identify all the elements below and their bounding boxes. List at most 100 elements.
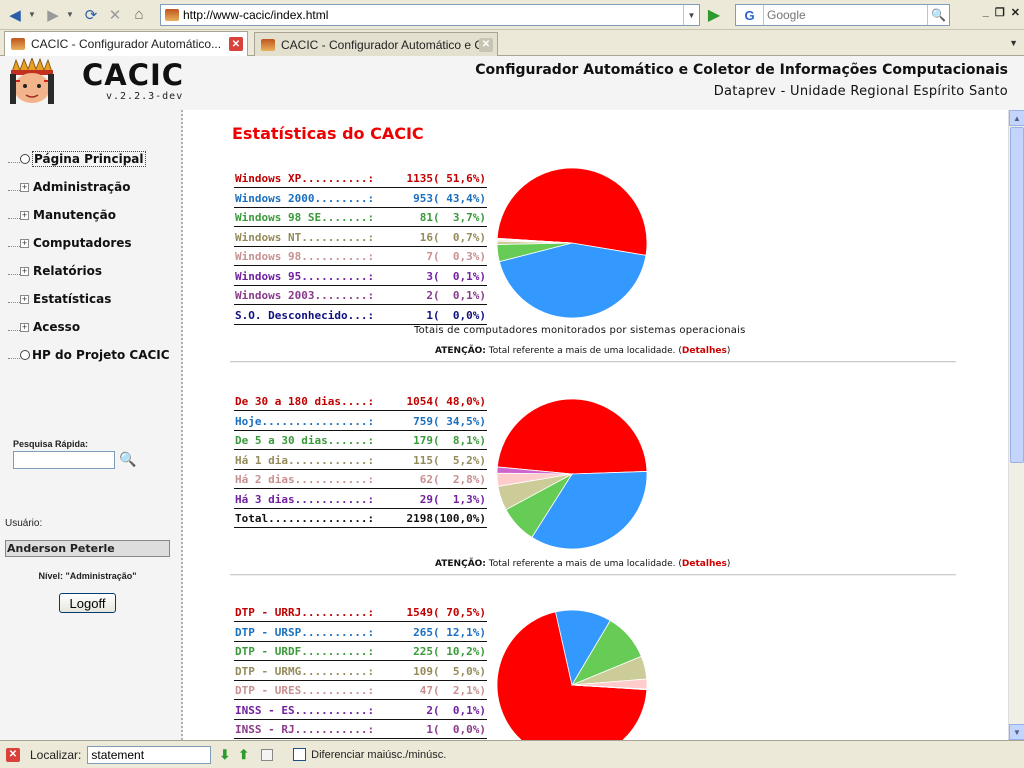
stat-row: Há 1 dia............: 115( 5,2%) bbox=[234, 451, 487, 470]
search-input[interactable] bbox=[764, 8, 927, 22]
expand-icon[interactable]: + bbox=[20, 182, 29, 192]
stat-row-value: 29( 1,3%) bbox=[419, 492, 486, 506]
version-text: v.2.2.3-dev bbox=[106, 91, 184, 102]
tree-connector bbox=[8, 351, 20, 359]
tree-connector bbox=[8, 323, 20, 331]
tab-cacic-1[interactable]: CACIC - Configurador Automático... ✕ bbox=[4, 31, 248, 56]
expand-icon[interactable]: + bbox=[20, 210, 29, 220]
close-icon[interactable]: ✕ bbox=[1011, 6, 1020, 19]
scroll-down-icon[interactable]: ▼ bbox=[1009, 724, 1024, 740]
stat-row: DTP - URMG..........: 109( 5,0%) bbox=[234, 662, 487, 681]
stat-row-name[interactable]: Windows NT..........: bbox=[235, 231, 374, 244]
search-icon[interactable]: 🔍 bbox=[927, 5, 949, 25]
stat-row-name[interactable]: Windows 95..........: bbox=[235, 270, 374, 283]
stat-row-name[interactable]: Hoje................: bbox=[235, 415, 374, 428]
stat-row-name[interactable]: Total...............: bbox=[235, 512, 374, 525]
stat-row: Windows 2000........: 953( 43,4%) bbox=[234, 189, 487, 208]
expand-icon[interactable]: + bbox=[20, 238, 29, 248]
reload-icon[interactable]: ⟳ bbox=[80, 4, 102, 26]
tab-favicon-icon bbox=[11, 38, 25, 50]
stat-row-name[interactable]: Windows 2003........: bbox=[235, 289, 374, 302]
stat-row-name[interactable]: Windows 2000........: bbox=[235, 192, 374, 205]
user-level: Nível: "Administração" bbox=[38, 571, 137, 581]
find-input[interactable] bbox=[87, 745, 212, 764]
system-title: Configurador Automático e Coletor de Inf… bbox=[475, 62, 1008, 78]
stat-row-name[interactable]: Windows XP..........: bbox=[235, 172, 374, 185]
details-link[interactable]: Detalhes bbox=[682, 346, 727, 356]
attention-close-paren: ) bbox=[726, 559, 731, 569]
sidebar-item-label[interactable]: Acesso bbox=[33, 320, 80, 334]
sidebar-item[interactable]: + Relatórios bbox=[8, 263, 102, 279]
sidebar-item[interactable]: Página Principal bbox=[8, 151, 146, 167]
forward-icon[interactable]: ▶ bbox=[42, 4, 64, 26]
expand-icon[interactable]: + bbox=[20, 294, 29, 304]
tab-close-icon[interactable]: ✕ bbox=[479, 37, 493, 52]
sidebar-item[interactable]: + Acesso bbox=[8, 319, 80, 335]
sidebar-item[interactable]: HP do Projeto CACIC bbox=[8, 347, 170, 363]
stat-row-name[interactable]: De 30 a 180 dias....: bbox=[235, 395, 374, 408]
stat-row: Windows XP..........: 1135( 51,6%) bbox=[234, 169, 487, 188]
stat-row: Hoje................: 759( 34,5%) bbox=[234, 412, 487, 431]
stat-row-name[interactable]: DTP - URMG..........: bbox=[235, 665, 374, 678]
tab-list-dropdown-icon[interactable]: ▼ bbox=[1009, 38, 1018, 48]
sidebar-item-label[interactable]: Administração bbox=[33, 180, 131, 194]
sidebar-item-label[interactable]: Computadores bbox=[33, 236, 132, 250]
go-icon[interactable]: ▶ bbox=[704, 5, 724, 25]
sidebar-item-label[interactable]: Estatísticas bbox=[33, 292, 111, 306]
scroll-up-icon[interactable]: ▲ bbox=[1009, 110, 1024, 126]
section-divider bbox=[230, 574, 956, 576]
restore-icon[interactable]: ❐ bbox=[995, 6, 1005, 19]
minimize-icon[interactable]: _ bbox=[983, 6, 989, 19]
stat-row-name[interactable]: Há 3 dias...........: bbox=[235, 493, 374, 506]
stop-icon[interactable]: ✕ bbox=[104, 4, 126, 26]
stat-row-name[interactable]: DTP - URES..........: bbox=[235, 684, 374, 697]
address-bar[interactable]: http://www-cacic/index.html ▼ bbox=[160, 4, 700, 26]
stat-row-name[interactable]: Há 1 dia............: bbox=[235, 454, 374, 467]
tab-cacic-2[interactable]: CACIC - Configurador Automático e C... ✕ bbox=[254, 32, 498, 56]
sidebar-item-label[interactable]: Página Principal bbox=[32, 151, 146, 167]
stat-row-value: 1549( 70,5%) bbox=[406, 606, 486, 619]
expand-icon[interactable]: + bbox=[20, 266, 29, 276]
stat-row-name[interactable]: Windows 98 SE.......: bbox=[235, 211, 374, 224]
back-history-dropdown[interactable]: ▼ bbox=[28, 10, 38, 19]
stat-row-name[interactable]: DTP - URDF..........: bbox=[235, 645, 374, 658]
search-icon[interactable]: 🔍 bbox=[119, 451, 136, 468]
stat-row-name[interactable]: INSS - RJ...........: bbox=[235, 723, 374, 736]
url-history-dropdown[interactable]: ▼ bbox=[683, 5, 699, 25]
sidebar-item[interactable]: + Administração bbox=[8, 179, 131, 195]
sidebar-item-label[interactable]: Manutenção bbox=[33, 208, 116, 222]
attention-note: ATENÇÃO: Total referente a mais de uma l… bbox=[435, 559, 730, 569]
scroll-thumb[interactable] bbox=[1010, 127, 1024, 463]
logoff-button[interactable]: Logoff bbox=[59, 593, 116, 613]
search-bar[interactable]: G 🔍 bbox=[735, 4, 950, 26]
find-close-icon[interactable]: ✕ bbox=[6, 747, 20, 762]
details-link[interactable]: Detalhes bbox=[682, 559, 727, 569]
stat-row-name[interactable]: Há 2 dias...........: bbox=[235, 473, 374, 486]
stat-row-name[interactable]: Windows 98..........: bbox=[235, 250, 374, 263]
quick-search-input[interactable] bbox=[13, 451, 115, 469]
sidebar-item[interactable]: + Computadores bbox=[8, 235, 132, 251]
stat-row-name[interactable]: DTP - URSP..........: bbox=[235, 626, 374, 639]
stat-row-name[interactable]: INSS - ES...........: bbox=[235, 704, 374, 717]
home-icon[interactable]: ⌂ bbox=[128, 4, 150, 26]
find-next-icon[interactable]: ⬇ bbox=[219, 747, 230, 763]
tab-close-icon[interactable]: ✕ bbox=[229, 37, 243, 51]
sidebar-item[interactable]: + Manutenção bbox=[8, 207, 116, 223]
back-icon[interactable]: ◀ bbox=[4, 4, 26, 26]
stat-row-name[interactable]: De 5 a 30 dias......: bbox=[235, 434, 374, 447]
find-previous-icon[interactable]: ⬆ bbox=[238, 747, 249, 763]
stat-row-name[interactable]: S.O. Desconhecido...: bbox=[235, 309, 374, 322]
expand-icon[interactable]: + bbox=[20, 322, 29, 332]
sidebar-item-label[interactable]: Relatórios bbox=[33, 264, 102, 278]
sidebar-item[interactable]: + Estatísticas bbox=[8, 291, 111, 307]
stat-row-name[interactable]: DTP - URRJ..........: bbox=[235, 606, 374, 619]
search-engine-icon[interactable]: G bbox=[736, 5, 764, 25]
match-case-checkbox[interactable] bbox=[293, 748, 307, 761]
match-case-label[interactable]: Diferenciar maiúsc./minúsc. bbox=[311, 749, 446, 761]
url-text[interactable]: http://www-cacic/index.html bbox=[183, 8, 683, 22]
highlight-all-icon[interactable] bbox=[261, 748, 274, 761]
sidebar-item-label[interactable]: HP do Projeto CACIC bbox=[32, 348, 170, 362]
stat-row-value: 759( 34,5%) bbox=[413, 414, 486, 428]
forward-history-dropdown[interactable]: ▼ bbox=[66, 10, 76, 19]
vertical-scrollbar[interactable]: ▲ ▼ bbox=[1008, 110, 1024, 740]
